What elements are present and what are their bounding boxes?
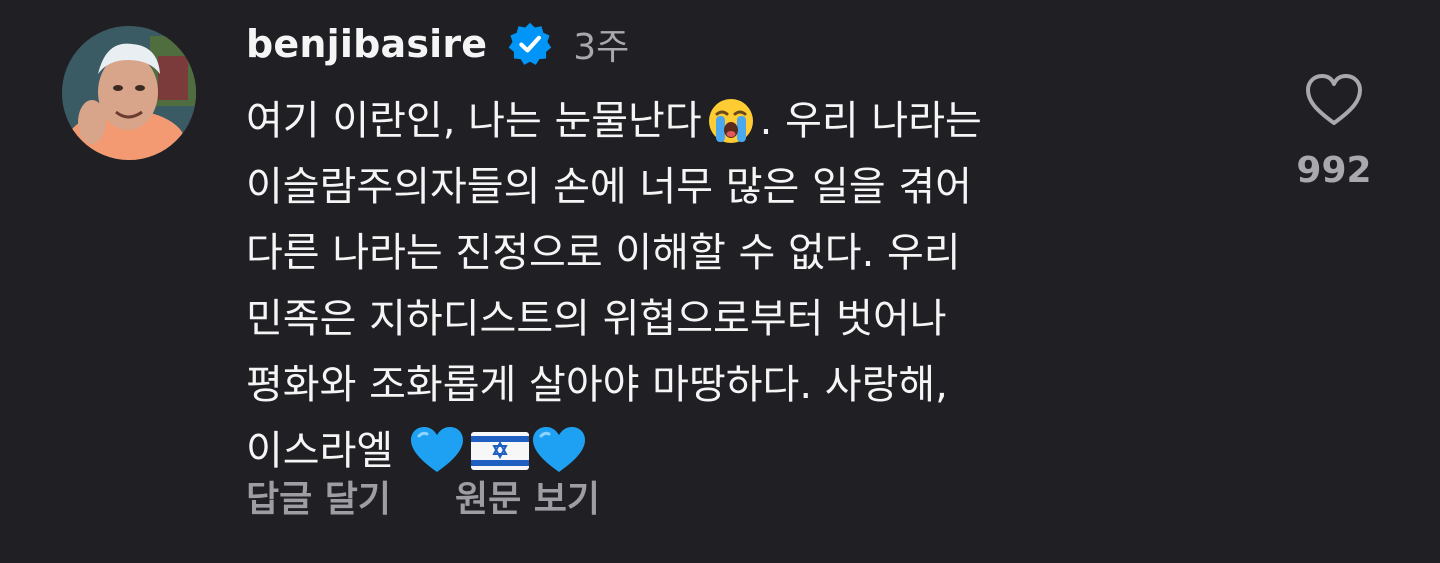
comment-line: 이슬람주의자들의 손에 너무 많은 일을 겪어 [246,154,1206,220]
israel-flag-icon [469,426,531,476]
blue-heart-icon [409,426,465,476]
verified-badge-icon [507,21,553,67]
comment-line-text: 이슬람주의자들의 손에 너무 많은 일을 겪어 [246,164,972,210]
comment-line-text: 평화와 조화롭게 살아야 마땅하다. 사랑해, [246,362,948,408]
comment-header: benjibasire 3주 [246,18,629,70]
blue-heart-icon [531,426,587,476]
heart-icon[interactable] [1304,72,1364,128]
avatar-image [62,26,196,160]
see-original-button[interactable]: 원문 보기 [455,470,600,522]
comment-actions: 답글 달기 원문 보기 [246,470,600,522]
avatar[interactable] [62,26,196,160]
comment-line-text: 여기 이란인, 나는 눈물난다 [246,98,702,144]
comment-line: 다른 나라는 진정으로 이해할 수 없다. 우리 [246,220,1206,286]
comment-item: benjibasire 3주 여기 이란인, 나는 눈물난다 . 우리 나라는 … [0,0,1440,563]
comment-line-text: 다른 나라는 진정으로 이해할 수 없다. 우리 [246,230,961,276]
username[interactable]: benjibasire [246,22,487,66]
timestamp: 3주 [573,27,630,68]
comment-line-text: . 우리 나라는 [759,98,982,144]
like-count: 992 [1296,150,1372,191]
comment-text: 여기 이란인, 나는 눈물난다 . 우리 나라는 이슬람주의자들의 손에 너무 … [246,88,1206,484]
comment-line: 여기 이란인, 나는 눈물난다 . 우리 나라는 [246,88,1206,154]
like-section: 992 [1294,72,1374,191]
comment-line: 평화와 조화롭게 살아야 마땅하다. 사랑해, [246,352,1206,418]
comment-line-text: 민족은 지하디스트의 위협으로부터 벗어나 [246,296,947,342]
loudly-crying-face-icon [706,96,756,146]
comment-line: 민족은 지하디스트의 위협으로부터 벗어나 [246,286,1206,352]
reply-button[interactable]: 답글 달기 [246,470,391,522]
